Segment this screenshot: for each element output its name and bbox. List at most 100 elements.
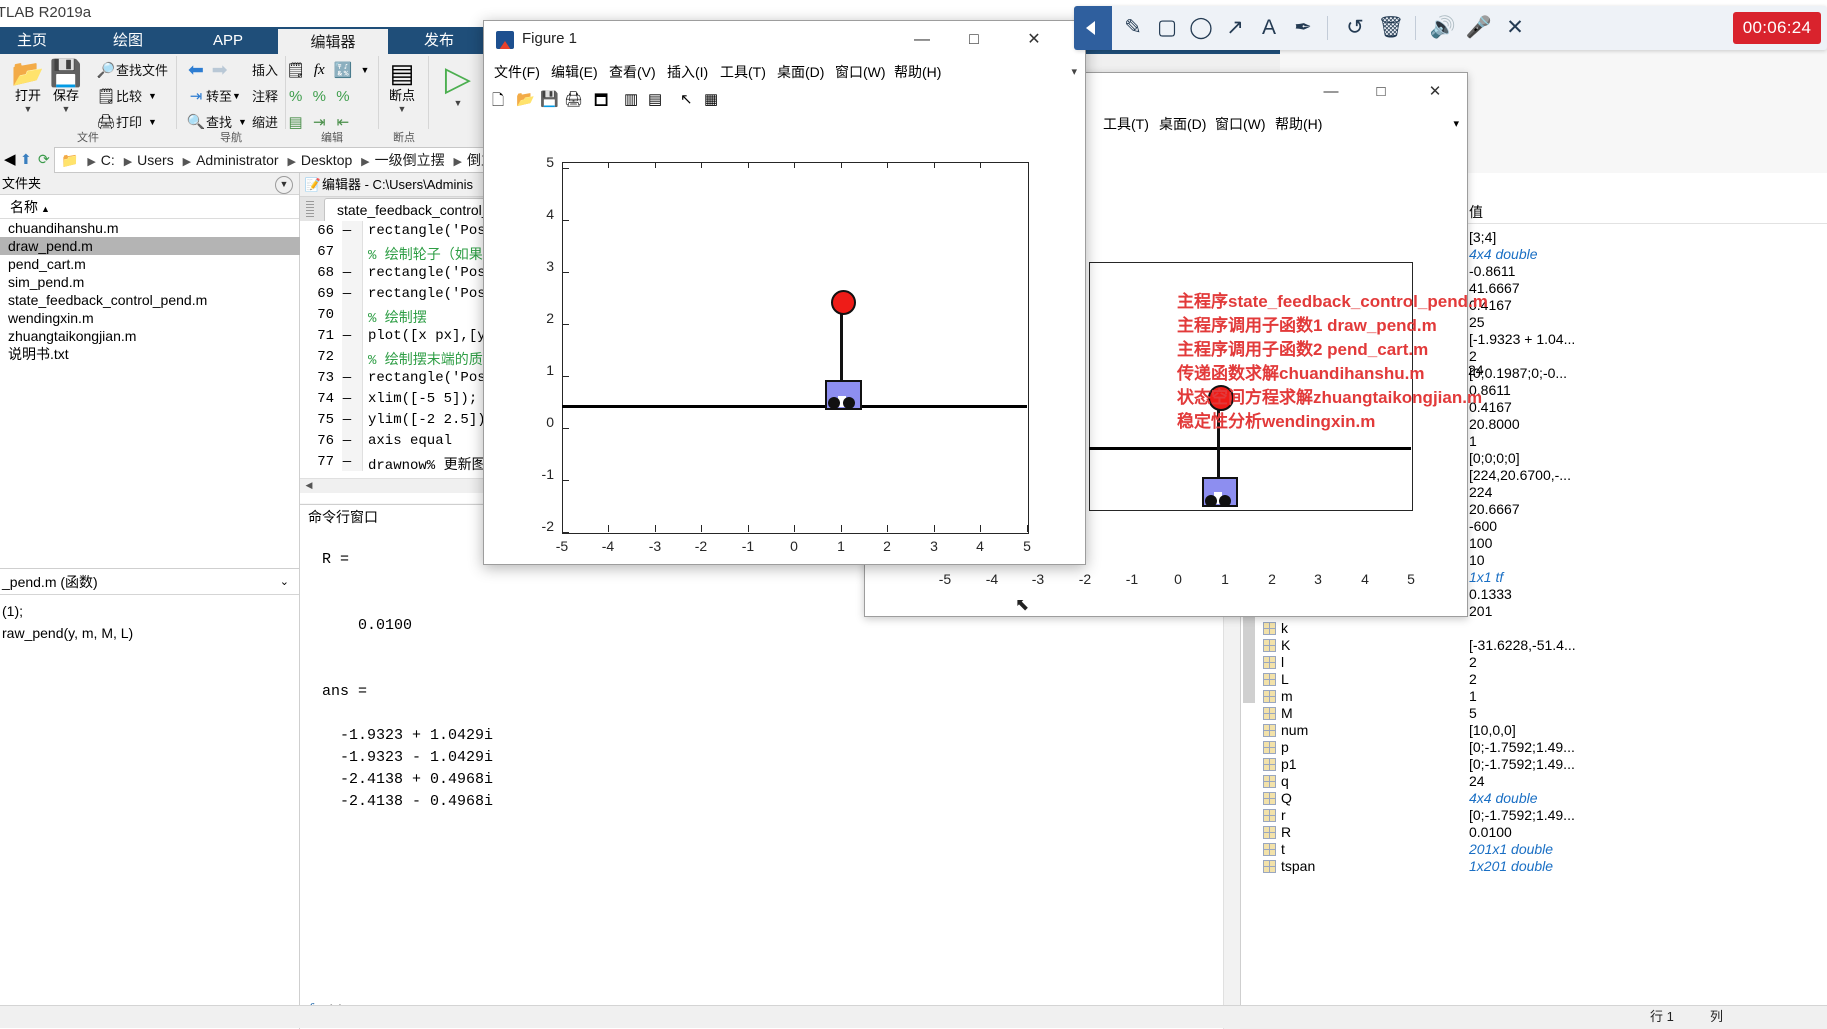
fx-icon[interactable]: fx xyxy=(309,59,329,82)
link-plot-icon[interactable]: 🗖 xyxy=(594,90,614,110)
file-list-column-header[interactable]: 名称 ▲ xyxy=(0,195,299,219)
insert-function-icon[interactable]: 🔣 xyxy=(333,59,353,82)
navigate-back-button[interactable]: ⬅ ➡ xyxy=(186,58,230,81)
up-folder-icon[interactable]: ⬆ xyxy=(20,151,32,168)
rectangle-icon[interactable]: ▢ xyxy=(1151,12,1183,44)
refresh-icon[interactable]: ⟳ xyxy=(38,151,50,168)
line-mark[interactable]: — xyxy=(340,433,354,449)
figure1-titlebar[interactable]: Figure 1 — □ ✕ xyxy=(484,21,1085,59)
workspace-row[interactable]: k xyxy=(1241,620,1827,637)
breadcrumb-item[interactable]: C: xyxy=(101,152,115,168)
editor-tab-state-feedback[interactable]: state_feedback_control_ xyxy=(324,198,503,222)
menu-help[interactable]: 帮助(H) xyxy=(1275,111,1322,137)
file-item-wendingxin[interactable]: wendingxin.m xyxy=(0,309,307,327)
chevron-down-icon[interactable]: ▼ xyxy=(42,104,90,114)
menu-tools[interactable]: 工具(T) xyxy=(1103,111,1149,137)
tab-home[interactable]: 主页 xyxy=(0,27,76,54)
sort-asc-icon[interactable]: ▲ xyxy=(38,204,50,214)
open-figure-icon[interactable]: 📂 xyxy=(516,90,536,110)
workspace-row[interactable]: L 2 xyxy=(1241,671,1827,688)
figure1-window[interactable]: Figure 1 — □ ✕ 文件(F) 编辑(E) 查看(V) 插入(I) 工… xyxy=(483,20,1086,565)
comment-button[interactable]: 注释 % % % xyxy=(252,84,353,107)
line-mark[interactable]: — xyxy=(340,412,354,428)
compare-button[interactable]: 🗒比较 ▼ xyxy=(96,84,156,107)
workspace-row[interactable]: num [10,0,0] xyxy=(1241,722,1827,739)
arrow-icon[interactable]: ↗ xyxy=(1219,12,1251,44)
minimize-button[interactable]: — xyxy=(899,27,945,53)
chevron-down-icon[interactable]: ▼ xyxy=(232,117,247,127)
plot-browser-icon[interactable]: ▦ xyxy=(704,90,724,110)
file-item-draw-pend[interactable]: draw_pend.m xyxy=(0,237,307,255)
save-figure-icon[interactable]: 💾 xyxy=(540,90,560,110)
back-nav-icon[interactable]: ◀ xyxy=(4,150,16,168)
file-item-chuandihanshu[interactable]: chuandihanshu.m xyxy=(0,219,307,237)
figure1-plot-canvas[interactable]: 5 4 3 2 1 0 -1 -2 -5 -4 -3 -2 -1 0 1 2 3 xyxy=(484,114,1085,564)
file-item-state-feedback[interactable]: state_feedback_control_pend.m xyxy=(0,291,307,309)
tab-plots[interactable]: 绘图 xyxy=(78,27,178,54)
menu-overflow-icon[interactable]: ▾ xyxy=(1071,59,1077,86)
run-button[interactable]: ▷ ▼ xyxy=(434,60,482,108)
workspace-row[interactable]: p [0;-1.7592;1.49... xyxy=(1241,739,1827,756)
file-item-sim-pend[interactable]: sim_pend.m xyxy=(0,273,307,291)
menu-tools[interactable]: 工具(T) xyxy=(720,59,766,86)
menu-desktop[interactable]: 桌面(D) xyxy=(1159,111,1206,137)
menu-window[interactable]: 窗口(W) xyxy=(1215,111,1266,137)
arrow-right-icon[interactable]: ➡ xyxy=(210,59,230,82)
recorder-expand-handle[interactable] xyxy=(1074,6,1112,50)
workspace-row[interactable]: l 2 xyxy=(1241,654,1827,671)
menu-insert[interactable]: 插入(I) xyxy=(667,59,708,86)
workspace-row[interactable]: p1 [0;-1.7592;1.49... xyxy=(1241,756,1827,773)
workspace-row[interactable]: r [0;-1.7592;1.49... xyxy=(1241,807,1827,824)
maximize-button[interactable]: □ xyxy=(951,27,997,53)
pointer-icon[interactable]: ↖ xyxy=(680,90,700,110)
print-icon[interactable]: 🖨 xyxy=(564,90,584,110)
panel-collapse-icon[interactable]: ▼ xyxy=(275,176,293,194)
uncomment-icon[interactable]: % xyxy=(309,85,329,108)
menu-desktop[interactable]: 桌面(D) xyxy=(777,59,824,86)
menu-help[interactable]: 帮助(H) xyxy=(894,59,941,86)
workspace-row[interactable]: t 201x1 double xyxy=(1241,841,1827,858)
chevron-down-icon[interactable]: ▼ xyxy=(434,98,482,108)
line-mark[interactable]: — xyxy=(340,223,354,239)
wrap-comment-icon[interactable]: % xyxy=(333,85,353,108)
scroll-left-icon[interactable]: ◀ xyxy=(302,479,316,493)
menu-overflow-icon[interactable]: ▾ xyxy=(1453,111,1459,137)
breadcrumb-item[interactable]: Desktop xyxy=(301,152,352,168)
chevron-down-icon[interactable]: ▼ xyxy=(232,91,241,101)
pen-icon[interactable]: ✎ xyxy=(1117,12,1149,44)
undo-icon[interactable]: ↺ xyxy=(1339,12,1371,44)
insert-block-icon[interactable]: 🗒 xyxy=(286,59,306,82)
line-mark[interactable]: — xyxy=(340,286,354,302)
workspace-row[interactable]: q 24 xyxy=(1241,773,1827,790)
minimize-button[interactable]: — xyxy=(1309,81,1353,103)
line-mark[interactable]: — xyxy=(340,265,354,281)
text-icon[interactable]: A xyxy=(1253,12,1285,44)
chevron-down-icon[interactable]: ▼ xyxy=(357,65,370,75)
insert-button[interactable]: 插入 🗒 fx 🔣 ▼ xyxy=(252,58,369,81)
breakpoints-button[interactable]: ▤ 断点 ▼ xyxy=(378,58,426,114)
breadcrumb-item[interactable]: Administrator xyxy=(196,152,278,168)
percent-icon[interactable]: % xyxy=(286,85,306,108)
ellipse-icon[interactable]: ◯ xyxy=(1185,12,1217,44)
close-button[interactable]: ✕ xyxy=(1011,27,1057,53)
workspace-row[interactable]: M 5 xyxy=(1241,705,1827,722)
workspace-row[interactable]: m 1 xyxy=(1241,688,1827,705)
find-files-button[interactable]: 🔎查找文件 xyxy=(96,58,168,81)
chevron-down-icon[interactable]: ⌄ xyxy=(280,569,289,595)
workspace-row[interactable]: Q 4x4 double xyxy=(1241,790,1827,807)
file-item-zhuangtai[interactable]: zhuangtaikongjian.m xyxy=(0,327,307,345)
goto-button[interactable]: ⇥ 转至▼ xyxy=(186,84,241,107)
speaker-icon[interactable]: 🔊 xyxy=(1427,12,1459,44)
line-mark[interactable]: — xyxy=(340,454,354,470)
breadcrumb-item[interactable]: Users xyxy=(137,152,174,168)
tab-drag-grip[interactable] xyxy=(306,201,314,217)
tab-apps[interactable]: APP xyxy=(178,27,278,54)
save-button[interactable]: 💾 保存 ▼ xyxy=(42,58,90,114)
close-icon[interactable]: ✕ xyxy=(1499,12,1531,44)
tab-editor[interactable]: 编辑器 xyxy=(278,27,388,56)
arrow-left-icon[interactable]: ⬅ xyxy=(186,59,206,82)
file-item-pend-cart[interactable]: pend_cart.m xyxy=(0,255,307,273)
menu-view[interactable]: 查看(V) xyxy=(609,59,656,86)
legend-icon[interactable]: ▤ xyxy=(648,90,668,110)
highlighter-icon[interactable]: ✒ xyxy=(1287,12,1319,44)
